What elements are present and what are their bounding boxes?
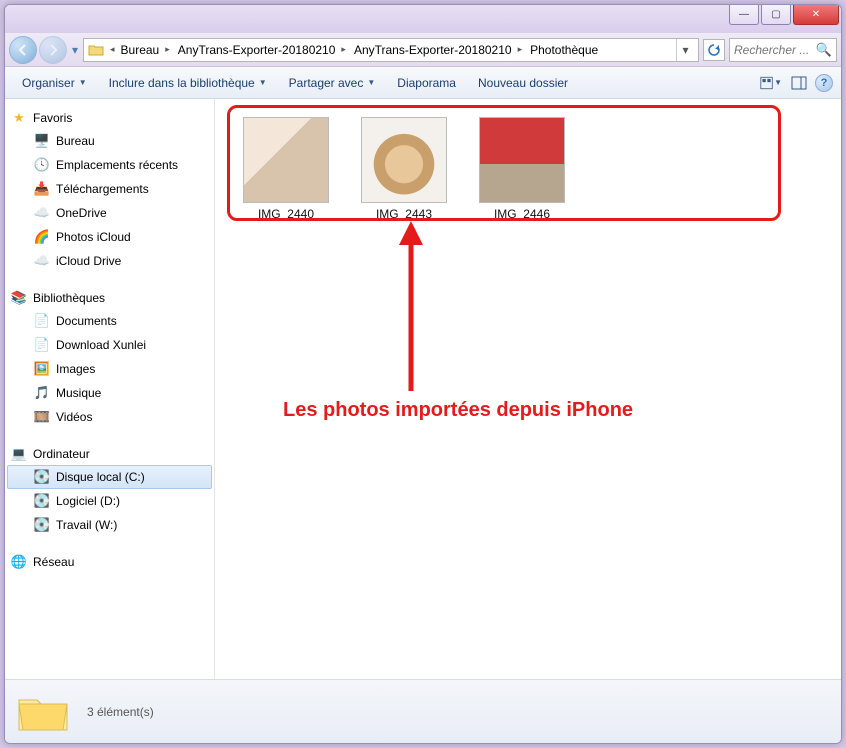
breadcrumb-segment[interactable]: Photothèque [528, 43, 600, 57]
sidebar-item-download-xunlei[interactable]: 📄Download Xunlei [7, 333, 212, 357]
organise-button[interactable]: Organiser▼ [13, 71, 96, 95]
nav-group-favorites: ★ Favoris 🖥️Bureau 🕓Emplacements récents… [7, 107, 212, 273]
star-icon: ★ [11, 110, 27, 126]
document-icon: 📄 [34, 337, 50, 353]
maximize-button[interactable]: ▢ [761, 5, 791, 25]
libraries-icon: 📚 [11, 290, 27, 306]
sidebar-item-disk-d[interactable]: 💽Logiciel (D:) [7, 489, 212, 513]
sidebar-item-music[interactable]: 🎵Musique [7, 381, 212, 405]
breadcrumb-label: Photothèque [530, 43, 598, 57]
desktop-icon: 🖥️ [34, 133, 50, 149]
nav-group-libraries: 📚 Bibliothèques 📄Documents 📄Download Xun… [7, 287, 212, 429]
sidebar-item-disk-w[interactable]: 💽Travail (W:) [7, 513, 212, 537]
sidebar-item-documents[interactable]: 📄Documents [7, 309, 212, 333]
chevron-down-icon: ▼ [367, 78, 375, 87]
sidebar-item-recents[interactable]: 🕓Emplacements récents [7, 153, 212, 177]
video-icon: 🎞️ [34, 409, 50, 425]
downloads-icon: 📥 [34, 181, 50, 197]
breadcrumb-segment[interactable]: AnyTrans-Exporter-20180210▸ [352, 43, 524, 57]
sidebar-item-disk-c[interactable]: 💽Disque local (C:) [7, 465, 212, 489]
music-icon: 🎵 [34, 385, 50, 401]
breadcrumb-segment[interactable]: AnyTrans-Exporter-20180210▸ [176, 43, 348, 57]
nav-group-title[interactable]: 💻 Ordinateur [7, 443, 212, 465]
nav-group-title[interactable]: 📚 Bibliothèques [7, 287, 212, 309]
nav-history-dropdown[interactable]: ▾ [69, 43, 81, 57]
image-icon: 🖼️ [34, 361, 50, 377]
nav-forward-button[interactable] [39, 36, 67, 64]
search-icon: 🔍 [816, 42, 832, 58]
status-text: 3 élément(s) [87, 705, 154, 719]
explorer-window: — ▢ ✕ ▾ ◂Bureau▸ AnyTrans-Exporter-20180… [4, 4, 842, 744]
nav-back-button[interactable] [9, 36, 37, 64]
content-pane[interactable]: IMG_2440 IMG_2443 IMG_2446 Les photos im… [215, 99, 841, 679]
sidebar-item-downloads[interactable]: 📥Téléchargements [7, 177, 212, 201]
drive-icon: 💽 [34, 493, 50, 509]
toolbar: Organiser▼ Inclure dans la bibliothèque▼… [5, 67, 841, 99]
status-bar: 3 élément(s) [5, 679, 841, 743]
recent-icon: 🕓 [34, 157, 50, 173]
titlebar: — ▢ ✕ [5, 5, 841, 33]
new-folder-button[interactable]: Nouveau dossier [469, 71, 577, 95]
breadcrumb-label: AnyTrans-Exporter-20180210 [178, 43, 336, 57]
navigation-pane: ★ Favoris 🖥️Bureau 🕓Emplacements récents… [5, 99, 215, 679]
breadcrumb-label: Bureau [121, 43, 160, 57]
chevron-down-icon: ▼ [259, 78, 267, 87]
share-with-button[interactable]: Partager avec▼ [280, 71, 385, 95]
breadcrumb-segment[interactable]: ◂Bureau▸ [108, 43, 172, 57]
search-input[interactable] [734, 43, 816, 57]
minimize-button[interactable]: — [729, 5, 759, 25]
nav-group-computer: 💻 Ordinateur 💽Disque local (C:) 💽Logicie… [7, 443, 212, 537]
breadcrumb-label: AnyTrans-Exporter-20180210 [354, 43, 512, 57]
sidebar-item-photos-icloud[interactable]: 🌈Photos iCloud [7, 225, 212, 249]
address-dropdown-icon[interactable]: ▾ [676, 39, 694, 61]
chevron-down-icon: ▼ [79, 78, 87, 87]
folder-icon [17, 690, 69, 734]
photos-icon: 🌈 [34, 229, 50, 245]
drive-icon: 💽 [34, 469, 50, 485]
network-icon: 🌐 [11, 554, 27, 570]
drive-icon: 💽 [34, 517, 50, 533]
include-library-button[interactable]: Inclure dans la bibliothèque▼ [100, 71, 276, 95]
document-icon: 📄 [34, 313, 50, 329]
nav-group-title[interactable]: 🌐 Réseau [7, 551, 212, 573]
chevron-down-icon: ▼ [774, 78, 782, 87]
cloud-icon: ☁️ [34, 253, 50, 269]
address-box[interactable]: ◂Bureau▸ AnyTrans-Exporter-20180210▸ Any… [83, 38, 699, 62]
body: ★ Favoris 🖥️Bureau 🕓Emplacements récents… [5, 99, 841, 679]
search-box[interactable]: 🔍 [729, 38, 837, 62]
close-button[interactable]: ✕ [793, 5, 839, 25]
computer-icon: 💻 [11, 446, 27, 462]
refresh-button[interactable] [703, 39, 725, 61]
nav-group-title[interactable]: ★ Favoris [7, 107, 212, 129]
annotation-arrow [391, 221, 431, 401]
sidebar-item-bureau[interactable]: 🖥️Bureau [7, 129, 212, 153]
help-button[interactable]: ? [815, 74, 833, 92]
annotation-highlight-box [227, 105, 781, 221]
annotation-text: Les photos importées depuis iPhone [283, 399, 633, 422]
address-bar: ▾ ◂Bureau▸ AnyTrans-Exporter-20180210▸ A… [5, 33, 841, 67]
cloud-icon: ☁️ [34, 205, 50, 221]
sidebar-item-images[interactable]: 🖼️Images [7, 357, 212, 381]
sidebar-item-videos[interactable]: 🎞️Vidéos [7, 405, 212, 429]
preview-pane-button[interactable] [787, 71, 811, 95]
nav-group-network: 🌐 Réseau [7, 551, 212, 573]
folder-icon [88, 42, 104, 58]
slideshow-button[interactable]: Diaporama [388, 71, 465, 95]
sidebar-item-icloud-drive[interactable]: ☁️iCloud Drive [7, 249, 212, 273]
sidebar-item-onedrive[interactable]: ☁️OneDrive [7, 201, 212, 225]
view-options-button[interactable]: ▼ [759, 71, 783, 95]
